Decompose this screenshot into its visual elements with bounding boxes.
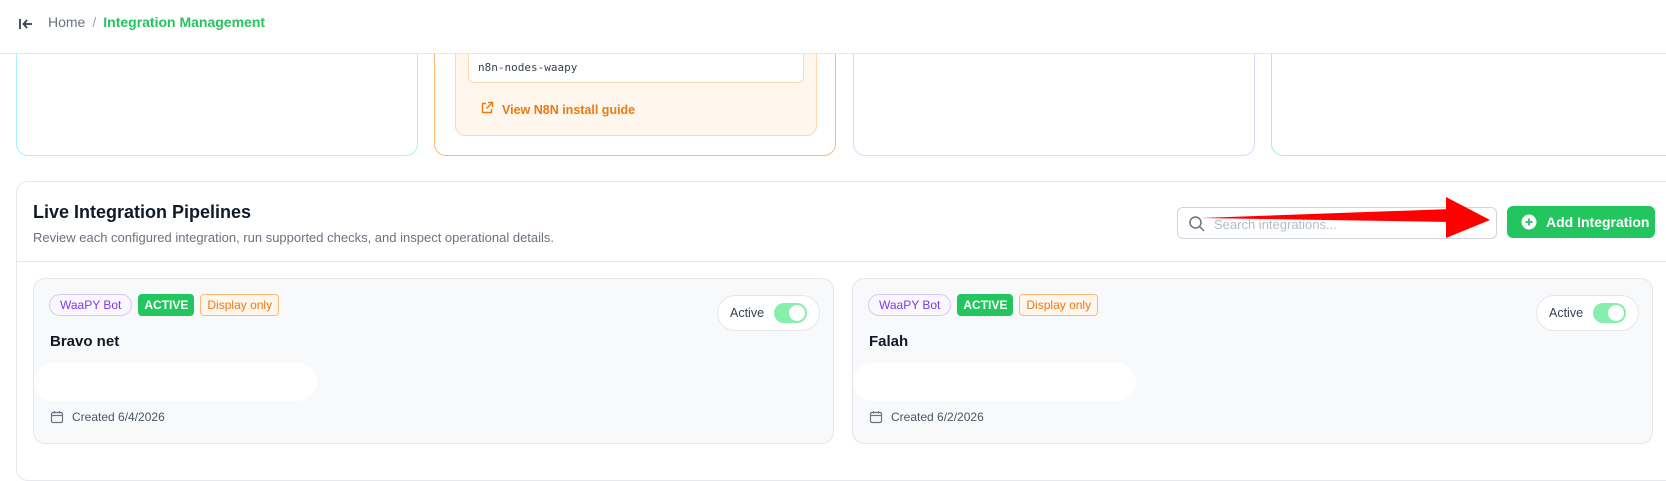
section-divider <box>17 261 1666 262</box>
calendar-icon <box>869 410 883 424</box>
created-date: Created 6/2/2026 <box>869 410 984 424</box>
active-toggle[interactable]: Active <box>717 295 820 331</box>
search-input[interactable] <box>1212 213 1486 235</box>
integration-type-card <box>1271 40 1666 156</box>
integration-card[interactable]: WaaPY Bot ACTIVE Display only Active Fal… <box>852 278 1653 444</box>
integration-name: Bravo net <box>50 333 120 350</box>
breadcrumb: Home / Integration Management <box>48 14 265 30</box>
add-integration-label: Add Integration <box>1546 214 1650 230</box>
created-date-text: Created 6/4/2026 <box>72 410 165 424</box>
active-toggle[interactable]: Active <box>1536 295 1639 331</box>
type-badge: WaaPY Bot <box>49 294 133 316</box>
search-icon <box>1188 215 1206 233</box>
collapse-sidebar-icon[interactable] <box>16 14 38 36</box>
integration-type-card <box>16 40 418 156</box>
section-subtitle: Review each configured integration, run … <box>33 230 555 245</box>
integration-name: Falah <box>869 333 909 350</box>
external-link-icon <box>480 101 494 118</box>
redacted-area <box>853 363 1136 401</box>
integration-card[interactable]: WaaPY Bot ACTIVE Display only Active Bra… <box>33 278 834 444</box>
created-date: Created 6/4/2026 <box>50 410 165 424</box>
toggle-knob <box>1608 305 1624 321</box>
n8n-integration-card: n8n-nodes-waapy View N8N install guide <box>434 40 836 156</box>
mode-badge: Display only <box>200 294 280 316</box>
n8n-install-panel: n8n-nodes-waapy View N8N install guide <box>455 41 817 136</box>
breadcrumb-current: Integration Management <box>103 14 266 30</box>
toggle-knob <box>789 305 805 321</box>
search-field[interactable] <box>1177 207 1497 239</box>
top-bar: Home / Integration Management <box>0 0 1666 54</box>
mode-badge: Display only <box>1019 294 1099 316</box>
toggle-label: Active <box>730 306 765 320</box>
add-integration-button[interactable]: Add Integration <box>1507 206 1655 238</box>
breadcrumb-separator: / <box>92 14 97 30</box>
calendar-icon <box>50 410 64 424</box>
type-badge: WaaPY Bot <box>868 294 952 316</box>
badge-row: WaaPY Bot ACTIVE Display only <box>868 294 1099 316</box>
integration-type-card <box>853 40 1255 156</box>
n8n-guide-link[interactable]: View N8N install guide <box>480 101 635 118</box>
toggle-label: Active <box>1549 306 1584 320</box>
toggle-switch[interactable] <box>1593 303 1626 323</box>
status-badge: ACTIVE <box>138 294 195 316</box>
package-code-box: n8n-nodes-waapy <box>468 49 804 83</box>
created-date-text: Created 6/2/2026 <box>891 410 984 424</box>
breadcrumb-home-link[interactable]: Home <box>48 14 85 30</box>
n8n-guide-label: View N8N install guide <box>502 102 636 117</box>
section-title: Live Integration Pipelines <box>33 202 252 222</box>
badge-row: WaaPY Bot ACTIVE Display only <box>49 294 280 316</box>
plus-circle-icon <box>1521 214 1537 230</box>
redacted-area <box>34 363 317 401</box>
pipelines-section: Live Integration Pipelines Review each c… <box>16 181 1666 481</box>
status-badge: ACTIVE <box>957 294 1014 316</box>
toggle-switch[interactable] <box>774 303 807 323</box>
